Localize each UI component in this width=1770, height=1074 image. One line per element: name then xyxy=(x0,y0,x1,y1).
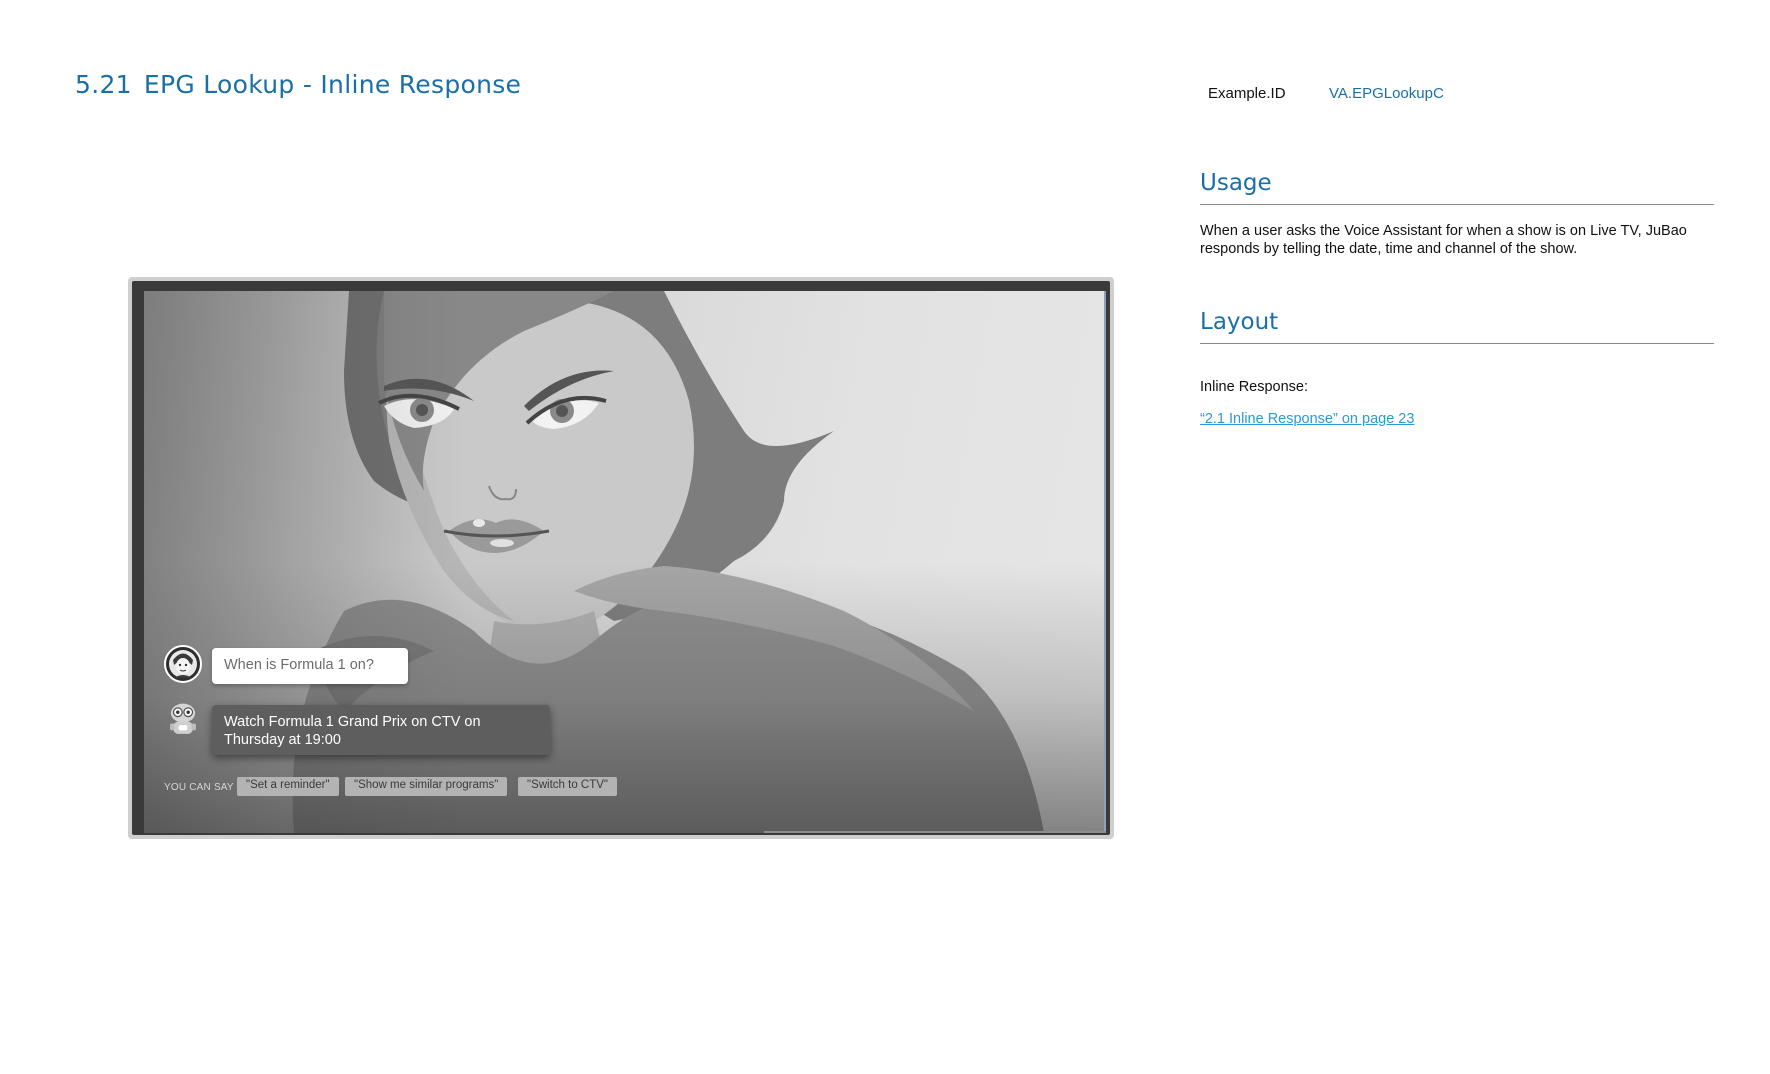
section-number: 5.21 xyxy=(75,70,132,99)
usage-text: When a user asks the Voice Assistant for… xyxy=(1200,223,1687,257)
you-can-say-label: YOU CAN SAY xyxy=(164,782,234,793)
usage-heading: Usage xyxy=(1200,170,1714,205)
example-id: Example.ID VA.EPGLookupC xyxy=(1208,85,1444,102)
tv-bezel: When is Formula 1 on? Watch Formula 1 Gr… xyxy=(132,281,1110,835)
example-id-label: Example.ID xyxy=(1208,85,1286,102)
suggestion-set-reminder[interactable]: "Set a reminder" xyxy=(237,777,339,796)
screen-edge-line xyxy=(1104,291,1106,833)
suggestion-switch-channel[interactable]: "Switch to CTV" xyxy=(518,777,618,796)
section-title-text: EPG Lookup - Inline Response xyxy=(143,70,522,99)
user-query-bubble: When is Formula 1 on? xyxy=(212,648,408,684)
inline-response-link[interactable]: “2.1 Inline Response” on page 23 xyxy=(1200,411,1414,427)
layout-label: Inline Response: xyxy=(1200,379,1309,395)
page-title: 5.21 EPG Lookup - Inline Response xyxy=(75,70,521,99)
screen-bottom-line xyxy=(764,831,1106,833)
tv-screen: When is Formula 1 on? Watch Formula 1 Gr… xyxy=(144,291,1106,833)
assistant-response-bubble: Watch Formula 1 Grand Prix on CTV on Thu… xyxy=(212,705,550,755)
example-id-value: VA.EPGLookupC xyxy=(1329,85,1444,102)
layout-heading: Layout xyxy=(1200,309,1714,344)
suggestion-similar-programs[interactable]: "Show me similar programs" xyxy=(345,777,508,796)
tv-frame: When is Formula 1 on? Watch Formula 1 Gr… xyxy=(128,277,1114,839)
robot-assistant-icon xyxy=(170,703,196,734)
spec-page: 5.21 EPG Lookup - Inline Response Example… xyxy=(0,0,1770,1074)
user-avatar-icon xyxy=(164,645,202,683)
